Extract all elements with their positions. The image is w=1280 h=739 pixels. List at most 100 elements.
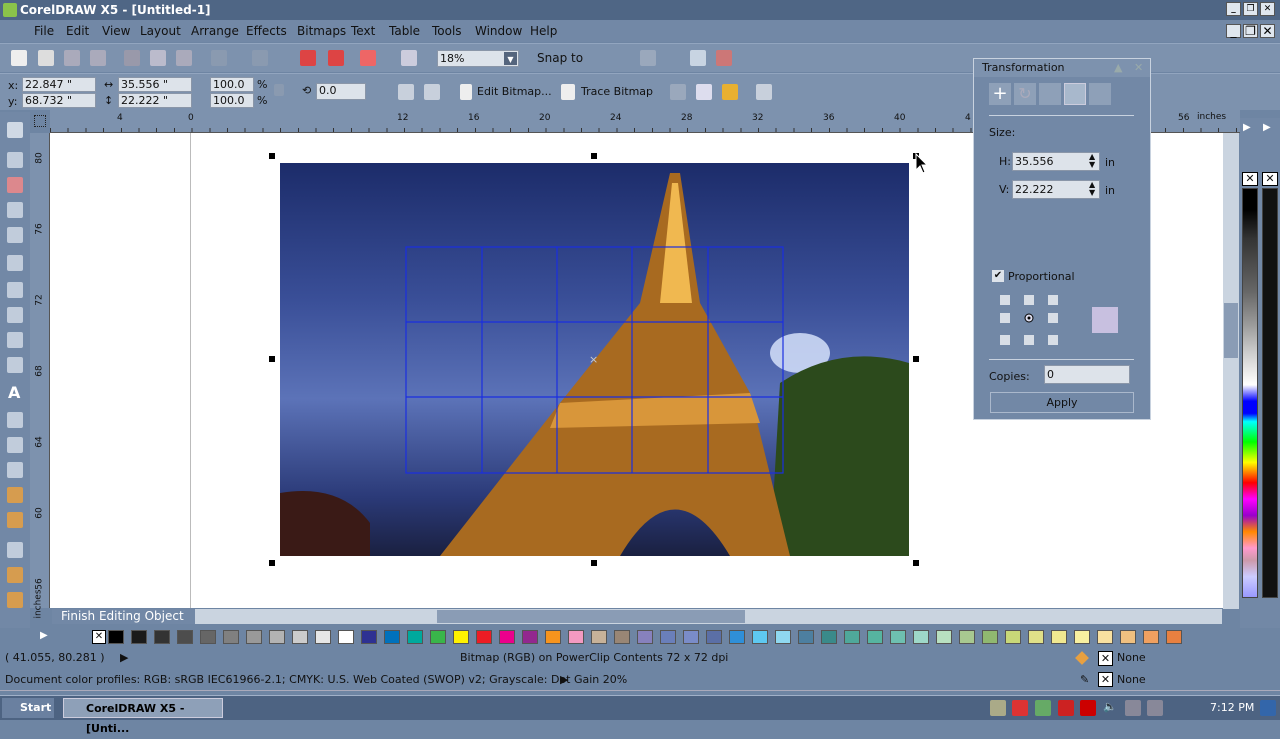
polygon-tool-icon[interactable]	[7, 332, 23, 348]
print-icon[interactable]	[90, 50, 106, 66]
selection-handle[interactable]	[269, 356, 275, 362]
export-icon[interactable]	[328, 50, 344, 66]
palette-play-icon[interactable]: ▶	[40, 630, 48, 641]
color-swatch[interactable]	[384, 630, 400, 644]
color-swatch[interactable]	[568, 630, 584, 644]
selection-handle[interactable]	[591, 153, 597, 159]
scale-mirror-tab-icon[interactable]	[1039, 83, 1061, 105]
show-desktop-icon[interactable]	[1260, 700, 1276, 716]
apply-button[interactable]: Apply	[990, 392, 1134, 413]
color-swatch[interactable]	[499, 630, 515, 644]
color-swatch[interactable]	[959, 630, 975, 644]
transparency-tool-icon[interactable]	[7, 512, 23, 528]
finish-editing-object-button[interactable]: Finish Editing Object	[52, 609, 195, 624]
color-swatch[interactable]	[752, 630, 768, 644]
tray-icon[interactable]	[1035, 700, 1051, 716]
tray-icon[interactable]	[990, 700, 1006, 716]
color-swatch[interactable]	[775, 630, 791, 644]
color-swatch[interactable]	[522, 630, 538, 644]
color-swatch[interactable]	[131, 630, 147, 644]
menu-edit[interactable]: Edit	[66, 20, 89, 42]
color-swatch[interactable]	[729, 630, 745, 644]
color-swatch[interactable]	[1120, 630, 1136, 644]
vertical-ruler[interactable]: 80 76 72 68 64 60 56 inches	[30, 133, 50, 619]
doc-minimize-button[interactable]: _	[1226, 24, 1241, 38]
docker-close-icon[interactable]: ✕	[1134, 61, 1143, 74]
blend-tool-icon[interactable]	[7, 487, 23, 503]
resample-icon[interactable]	[696, 84, 712, 100]
color-swatch[interactable]	[223, 630, 239, 644]
color-swatch[interactable]	[637, 630, 653, 644]
ruler-origin[interactable]	[34, 115, 46, 127]
palette-flyout-icon[interactable]: ▶	[1243, 122, 1251, 133]
color-swatch[interactable]	[292, 630, 308, 644]
color-swatch[interactable]	[913, 630, 929, 644]
crop-tool-icon[interactable]	[7, 177, 23, 193]
menu-layout[interactable]: Layout	[140, 20, 181, 42]
zoom-level-select[interactable]: 18% ▼	[437, 50, 519, 67]
start-button[interactable]: Start	[2, 698, 54, 718]
expand-arrow-icon[interactable]: ▶	[560, 669, 568, 691]
tray-icon[interactable]	[1012, 700, 1028, 716]
dimension-tool-icon[interactable]	[7, 437, 23, 453]
color-swatch[interactable]	[614, 630, 630, 644]
color-swatch[interactable]	[177, 630, 193, 644]
freehand-tool-icon[interactable]	[7, 227, 23, 243]
connector-tool-icon[interactable]	[7, 462, 23, 478]
color-swatch[interactable]	[591, 630, 607, 644]
skew-tab-icon[interactable]	[1089, 83, 1111, 105]
copy-icon[interactable]	[150, 50, 166, 66]
color-swatch[interactable]	[361, 630, 377, 644]
color-swatch[interactable]	[1005, 630, 1021, 644]
rectangle-tool-icon[interactable]	[7, 282, 23, 298]
color-swatch[interactable]	[1143, 630, 1159, 644]
color-swatch[interactable]	[683, 630, 699, 644]
docker-collapse-icon[interactable]: ▲	[1114, 61, 1122, 74]
height-size-input[interactable]: 35.556	[1012, 152, 1100, 171]
options-icon[interactable]	[716, 50, 732, 66]
pick-tool-icon[interactable]	[7, 122, 23, 138]
color-swatch[interactable]	[936, 630, 952, 644]
color-swatch[interactable]	[821, 630, 837, 644]
color-swatch[interactable]	[798, 630, 814, 644]
taskbar-coreldraw-button[interactable]: CorelDRAW X5 - [Unti...	[63, 698, 223, 735]
color-swatch[interactable]	[315, 630, 331, 644]
color-swatch[interactable]	[338, 630, 354, 644]
selection-handle[interactable]	[269, 153, 275, 159]
outline-tool-icon[interactable]	[7, 567, 23, 583]
color-swatch[interactable]	[867, 630, 883, 644]
minimize-button[interactable]: _	[1226, 2, 1241, 16]
trace-bitmap-button[interactable]: Trace Bitmap	[581, 85, 653, 98]
chevron-down-icon[interactable]: ▼	[504, 52, 517, 65]
color-swatch[interactable]	[269, 630, 285, 644]
color-swatch[interactable]	[200, 630, 216, 644]
palette-flyout-icon[interactable]: ▶	[1263, 122, 1271, 133]
open-icon[interactable]	[38, 50, 54, 66]
color-swatch[interactable]	[982, 630, 998, 644]
dynamic-guides-icon[interactable]	[690, 50, 706, 66]
menu-help[interactable]: Help	[530, 20, 557, 42]
redo-icon[interactable]	[252, 50, 268, 66]
x-position-input[interactable]: 22.847 "	[22, 77, 96, 92]
eyedropper-tool-icon[interactable]	[7, 542, 23, 558]
undo-icon[interactable]	[211, 50, 227, 66]
color-swatch[interactable]	[1028, 630, 1044, 644]
color-swatch[interactable]	[246, 630, 262, 644]
menu-table[interactable]: Table	[389, 20, 420, 42]
edit-bitmap-button[interactable]: Edit Bitmap...	[477, 85, 552, 98]
menu-tools[interactable]: Tools	[432, 20, 462, 42]
selection-handle[interactable]	[913, 560, 919, 566]
vertical-scroll-thumb[interactable]	[1224, 303, 1238, 358]
crop-bitmap-icon[interactable]	[670, 84, 686, 100]
lock-ratio-icon[interactable]	[274, 84, 284, 96]
no-color-swatch[interactable]: ✕	[1242, 172, 1258, 186]
expand-arrow-icon[interactable]: ▶	[120, 647, 128, 669]
fill-tool-icon[interactable]	[7, 592, 23, 608]
horizontal-color-palette[interactable]: ▶ ✕	[0, 628, 1240, 646]
selection-handle[interactable]	[913, 356, 919, 362]
default-cmyk-palette[interactable]	[1242, 188, 1258, 598]
color-swatch[interactable]	[1074, 630, 1090, 644]
table-tool-icon[interactable]	[7, 412, 23, 428]
volume-icon[interactable]: 🔈	[1103, 700, 1119, 716]
basic-shapes-icon[interactable]	[7, 357, 23, 373]
